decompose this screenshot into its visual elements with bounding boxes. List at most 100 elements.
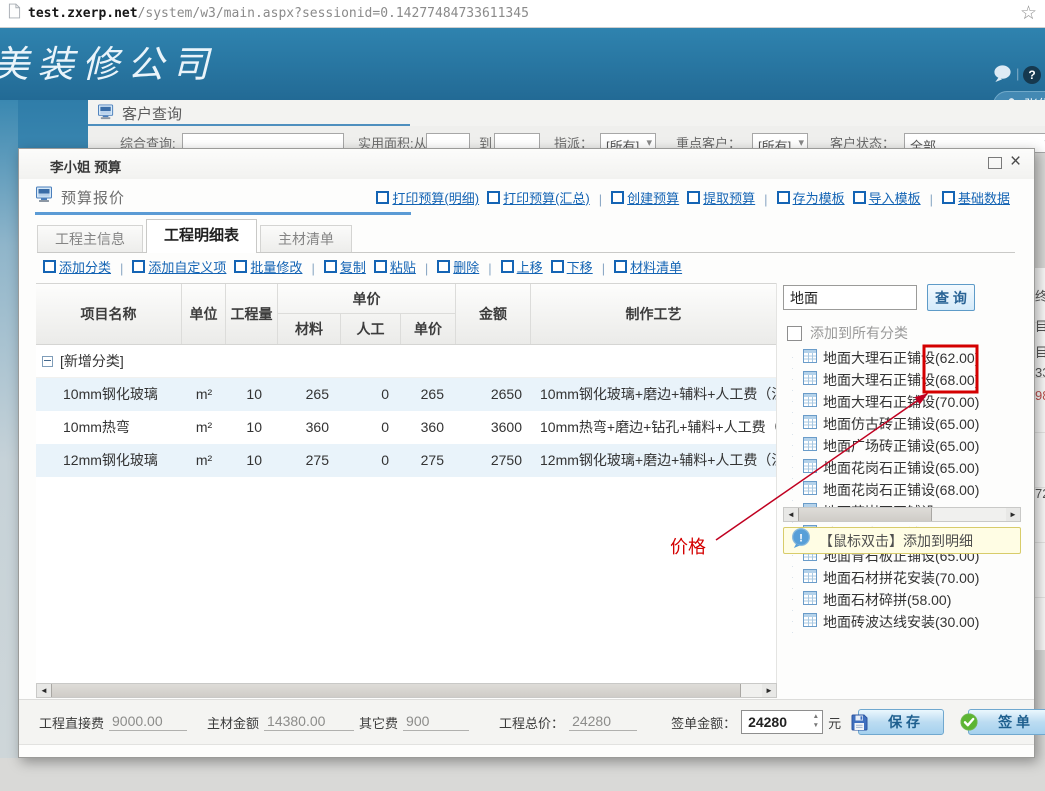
checkbox[interactable] bbox=[787, 326, 802, 341]
price-list-item[interactable]: 地面花岗石正铺设(65.00) bbox=[783, 457, 1021, 479]
link-square-icon bbox=[551, 260, 564, 273]
table-grid-icon bbox=[803, 613, 817, 632]
dialog-header-link[interactable]: 打印预算(汇总) bbox=[487, 188, 590, 207]
scrollbar-thumb[interactable] bbox=[798, 508, 932, 521]
link-square-icon bbox=[687, 191, 700, 204]
price-list-item[interactable]: 地面石材碎拼(58.00) bbox=[783, 589, 1021, 611]
dialog-footer: 工程直接费 9000.00 主材金额 14380.00 其它费 900 工程总价… bbox=[19, 699, 1034, 745]
price-list-item[interactable]: 地面花岗石正铺设(68.00) bbox=[783, 479, 1021, 501]
spinner-down[interactable]: ▼ bbox=[812, 722, 820, 732]
link-square-icon bbox=[43, 260, 56, 273]
table-grid-icon bbox=[803, 393, 817, 412]
url-text: test.zxerp.net/system/w3/main.aspx?sessi… bbox=[28, 6, 529, 21]
link-square-icon bbox=[376, 191, 389, 204]
link-square-icon bbox=[234, 260, 247, 273]
scroll-left-arrow[interactable]: ◄ bbox=[784, 508, 798, 521]
sign-button-group: 签 单 bbox=[960, 709, 1045, 735]
link-square-icon bbox=[374, 260, 387, 273]
price-list-item[interactable]: 地面石材拼花安装(70.00) bbox=[783, 567, 1021, 589]
save-button-group: 保 存 bbox=[851, 709, 944, 735]
table-row[interactable]: 12mm钢化玻璃 m² 10 275 0 275 2750 12mm钢化玻璃+磨… bbox=[36, 444, 776, 477]
toolbar-link[interactable]: 粘贴 bbox=[374, 257, 416, 276]
table-row[interactable]: 10mm钢化玻璃 m² 10 265 0 265 2650 10mm钢化玻璃+磨… bbox=[36, 378, 776, 411]
background-text-fragment: 98 bbox=[1035, 388, 1045, 403]
toolbar-link[interactable]: 批量修改 bbox=[234, 257, 302, 276]
dialog-header-link[interactable]: 创建预算 bbox=[611, 188, 679, 207]
browser-address-bar[interactable]: test.zxerp.net/system/w3/main.aspx?sessi… bbox=[0, 0, 1045, 28]
toolbar-link[interactable]: 添加分类 bbox=[43, 257, 111, 276]
detail-toolbar: 添加分类|添加自定义项批量修改|复制粘贴|删除|上移下移|材料清单 bbox=[39, 257, 686, 278]
category-group-row[interactable]: [新增分类] bbox=[36, 345, 776, 378]
price-list-item[interactable]: 地面大理石正铺设(62.00) bbox=[783, 347, 1021, 369]
page-icon bbox=[8, 3, 21, 24]
scroll-right-arrow[interactable]: ► bbox=[1006, 508, 1020, 521]
tab[interactable]: 工程明细表 bbox=[146, 219, 257, 253]
link-square-icon bbox=[132, 260, 145, 273]
separator: | bbox=[311, 261, 314, 276]
price-list-item[interactable]: 地面仿古砖正铺设(65.00) bbox=[783, 413, 1021, 435]
table-horizontal-scrollbar[interactable]: ◄ ► bbox=[36, 683, 777, 698]
add-to-all-categories-option[interactable]: 添加到所有分类 bbox=[787, 323, 908, 343]
table-row[interactable]: 10mm热弯 m² 10 360 0 360 3600 10mm热弯+磨边+钻孔… bbox=[36, 411, 776, 444]
search-button[interactable]: 查 询 bbox=[927, 284, 975, 311]
price-list-item[interactable]: 地面广场砖正铺设(65.00) bbox=[783, 435, 1021, 457]
background-tab-customer-query[interactable]: 客户查询 bbox=[98, 103, 182, 124]
dialog-titlebar[interactable]: 李小姐 预算 × bbox=[19, 149, 1034, 179]
toolbar-link[interactable]: 复制 bbox=[324, 257, 366, 276]
dialog-header-link[interactable]: 提取预算 bbox=[687, 188, 755, 207]
close-button[interactable]: × bbox=[1010, 151, 1021, 173]
monitor-icon bbox=[98, 104, 115, 124]
toolbar-link[interactable]: 上移 bbox=[501, 257, 543, 276]
scroll-left-arrow[interactable]: ◄ bbox=[37, 684, 51, 697]
svg-text:!: ! bbox=[799, 532, 803, 544]
tab[interactable]: 主材清单 bbox=[260, 225, 352, 252]
bookmark-star-icon[interactable]: ☆ bbox=[1020, 4, 1037, 23]
dialog-title: 李小姐 预算 bbox=[50, 156, 121, 176]
detail-table: 项目名称 单位 工程量 单价 材料 人工 单价 金额 制作工艺 [新增分类] 1… bbox=[36, 283, 777, 698]
maximize-button[interactable] bbox=[988, 157, 1002, 169]
currency-unit: 元 bbox=[828, 713, 841, 732]
company-logo: 美装修公司 bbox=[0, 34, 217, 88]
sign-button[interactable]: 签 单 bbox=[968, 709, 1045, 735]
dialog-header-link[interactable]: 导入模板 bbox=[853, 188, 921, 207]
link-square-icon bbox=[437, 260, 450, 273]
separator: | bbox=[602, 261, 605, 276]
separator: | bbox=[425, 261, 428, 276]
table-header: 项目名称 单位 工程量 单价 材料 人工 单价 金额 制作工艺 bbox=[36, 283, 776, 345]
link-square-icon bbox=[777, 191, 790, 204]
spinner: ▲▼ bbox=[812, 712, 820, 731]
price-library-panel: 查 询 添加到所有分类 地面大理石正铺设(62.00) 地面大理石正铺设(68.… bbox=[783, 281, 1021, 701]
dialog-header-link[interactable]: 存为模板 bbox=[777, 188, 845, 207]
scrollbar-thumb[interactable] bbox=[51, 684, 741, 697]
dialog-header-link[interactable]: 打印预算(明细) bbox=[376, 188, 479, 207]
toolbar-link[interactable]: 材料清单 bbox=[614, 257, 682, 276]
collapse-icon[interactable] bbox=[42, 356, 53, 367]
price-list-item[interactable]: 地面砖波达线安装(30.00) bbox=[783, 611, 1021, 633]
tab[interactable]: 工程主信息 bbox=[37, 225, 143, 252]
screen: test.zxerp.net/system/w3/main.aspx?sessi… bbox=[0, 0, 1045, 791]
search-input[interactable] bbox=[783, 285, 917, 310]
link-square-icon bbox=[487, 191, 500, 204]
scroll-right-arrow[interactable]: ► bbox=[762, 684, 776, 697]
other-cost-value: 900 bbox=[403, 713, 469, 731]
price-list-item[interactable]: 地面大理石正铺设(68.00) bbox=[783, 369, 1021, 391]
link-square-icon bbox=[324, 260, 337, 273]
dialog-header-link[interactable]: 基础数据 bbox=[942, 188, 1010, 207]
green-check-icon bbox=[960, 713, 978, 731]
toolbar-link[interactable]: 删除 bbox=[437, 257, 479, 276]
toolbar-link[interactable]: 下移 bbox=[551, 257, 593, 276]
price-list-item[interactable]: 地面大理石正铺设(70.00) bbox=[783, 391, 1021, 413]
background-tabbar: 客户查询 bbox=[88, 100, 1045, 127]
message-bubble-icon[interactable] bbox=[992, 64, 1013, 88]
save-button[interactable]: 保 存 bbox=[858, 709, 944, 735]
double-click-tip: ! 【鼠标双击】添加到明细 bbox=[783, 527, 1021, 554]
price-list: 地面大理石正铺设(62.00) 地面大理石正铺设(68.00) 地面大理石正铺设… bbox=[783, 347, 1021, 633]
background-text-fragment: 目 bbox=[1035, 316, 1045, 335]
toolbar-link[interactable]: 添加自定义项 bbox=[132, 257, 226, 276]
app-header: 美装修公司 | ? 张经 bbox=[0, 28, 1045, 100]
link-square-icon bbox=[942, 191, 955, 204]
material-amount-value: 14380.00 bbox=[264, 713, 354, 731]
spinner-up[interactable]: ▲ bbox=[812, 712, 820, 722]
list-horizontal-scrollbar[interactable]: ◄ ► bbox=[783, 507, 1021, 522]
help-icon[interactable]: ? bbox=[1023, 66, 1041, 84]
